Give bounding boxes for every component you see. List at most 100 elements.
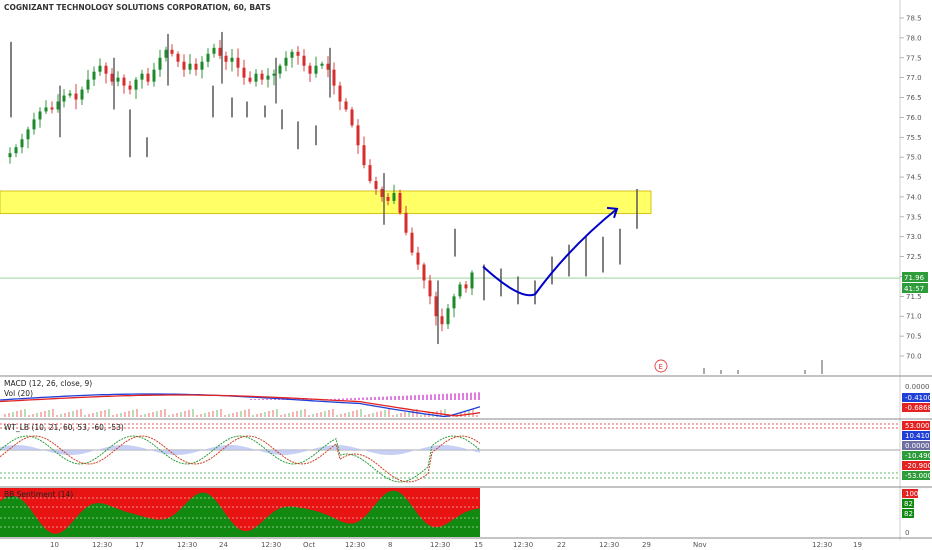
candle-body — [8, 153, 12, 158]
macd-histogram-bar — [474, 392, 476, 400]
price-tick-label: 73.0 — [906, 233, 922, 241]
candle-body — [122, 77, 126, 86]
macd-histogram-bar — [262, 399, 264, 400]
resistance-zone[interactable] — [0, 190, 652, 215]
macd-histogram-bar — [406, 395, 408, 400]
time-axis: 10 12:30 17 12:30 24 12:30 Oct 12:30 8 12:30 15 12:… — [50, 541, 862, 549]
macd-histogram-bar — [418, 395, 420, 400]
macd-histogram-bar — [402, 395, 404, 400]
macd-histogram-bar — [438, 394, 440, 400]
candle-body — [128, 85, 132, 90]
volume-bar — [244, 410, 246, 417]
candle-body — [176, 53, 180, 62]
macd-histogram-bar — [274, 399, 276, 400]
candle-body — [416, 252, 420, 265]
candle-body — [92, 71, 96, 80]
macd-histogram-bar — [382, 396, 384, 400]
wt-value-tags: 53.0000 10.4101 0.0000 -10.4906 -20.9008… — [902, 421, 932, 480]
countdown-value: 41:57 — [904, 285, 924, 293]
volume-bar — [292, 412, 294, 417]
volume-bar — [396, 414, 398, 417]
candle-body — [260, 73, 264, 80]
volume-bar — [84, 415, 86, 417]
sentiment-value-2: 82 — [904, 510, 913, 518]
time-axis-label: 12:30 — [599, 541, 619, 549]
volume-bar — [364, 415, 366, 417]
volume-bar — [420, 415, 422, 417]
volume-bar — [208, 412, 210, 417]
time-axis-label: 12:30 — [177, 541, 197, 549]
volume-bar — [240, 411, 242, 417]
volume-bar — [176, 413, 178, 417]
candle-body — [140, 73, 144, 80]
volume-bar — [296, 411, 298, 417]
volume-bar — [356, 410, 358, 417]
price-tick-label: 72.5 — [906, 253, 922, 261]
macd-histogram-bar — [258, 399, 260, 400]
candle-body — [428, 280, 432, 297]
volume-bar — [16, 411, 18, 417]
volume-bar — [272, 410, 274, 417]
candle-body — [362, 145, 366, 166]
price-tick-label: 77.0 — [906, 74, 922, 82]
volume-bar — [164, 409, 166, 417]
macd-zero-value: 0.0000 — [905, 383, 930, 391]
candle-body — [110, 73, 114, 82]
macd-histogram-bar — [422, 394, 424, 400]
candle-body — [284, 57, 288, 66]
volume-bar — [200, 414, 202, 417]
candle-body — [242, 67, 246, 78]
price-tick-label: 71.5 — [906, 293, 922, 301]
volume-bar — [268, 411, 270, 417]
wt2-line — [0, 435, 481, 483]
candle-body — [254, 73, 258, 82]
volume-bar — [332, 409, 334, 417]
earnings-marker-label: E — [659, 363, 663, 371]
candle-body — [410, 232, 414, 253]
volume-bar — [216, 410, 218, 417]
macd-histogram-bar — [254, 399, 256, 400]
time-axis-label: 12:30 — [513, 541, 533, 549]
sentiment-value-tags: 100 82 82 0 — [902, 489, 918, 537]
volume-bar — [340, 414, 342, 417]
macd-pane — [0, 392, 481, 418]
macd-histogram-bar — [426, 394, 428, 400]
volume-bar — [100, 411, 102, 417]
price-tick-label: 70.5 — [906, 333, 922, 341]
volume-bar — [128, 411, 130, 417]
candle-body — [290, 51, 294, 58]
candle-body — [458, 284, 462, 297]
macd-value-tags: 0.0000 -0.4100 -0.6868 — [902, 383, 932, 412]
volume-bar — [168, 415, 170, 417]
volume-bar — [308, 415, 310, 417]
macd-histogram-bar — [338, 398, 340, 400]
candle-body — [194, 63, 198, 70]
macd-histogram-bar — [442, 393, 444, 400]
macd-histogram-bar — [446, 393, 448, 400]
volume-bar — [228, 414, 230, 417]
volume-bar — [36, 413, 38, 417]
volume-bar — [288, 413, 290, 417]
candle-body — [272, 73, 276, 76]
macd-histogram-bar — [366, 397, 368, 400]
candle-body — [296, 51, 300, 56]
macd-label: MACD (12, 26, close, 9) — [4, 379, 92, 388]
macd-histogram-bar — [354, 397, 356, 400]
volume-bar — [236, 412, 238, 417]
price-tick-label: 78.0 — [906, 34, 922, 42]
volume-bar — [388, 409, 390, 417]
candle-body — [104, 65, 108, 74]
candle-body — [398, 192, 402, 213]
candle-body — [62, 95, 66, 102]
time-axis-label: 17 — [135, 541, 144, 549]
volume-bar — [60, 414, 62, 417]
candle-body — [356, 125, 360, 146]
price-tick-label: 77.5 — [906, 54, 922, 62]
candle-body — [392, 192, 396, 201]
signal-value: -0.6868 — [905, 404, 932, 412]
volume-bar — [352, 411, 354, 417]
volume-bar — [80, 409, 82, 417]
candle-body — [146, 73, 150, 82]
time-axis-label: 29 — [642, 541, 651, 549]
chart-canvas: COGNIZANT TECHNOLOGY SOLUTIONS CORPORATI… — [0, 0, 932, 549]
